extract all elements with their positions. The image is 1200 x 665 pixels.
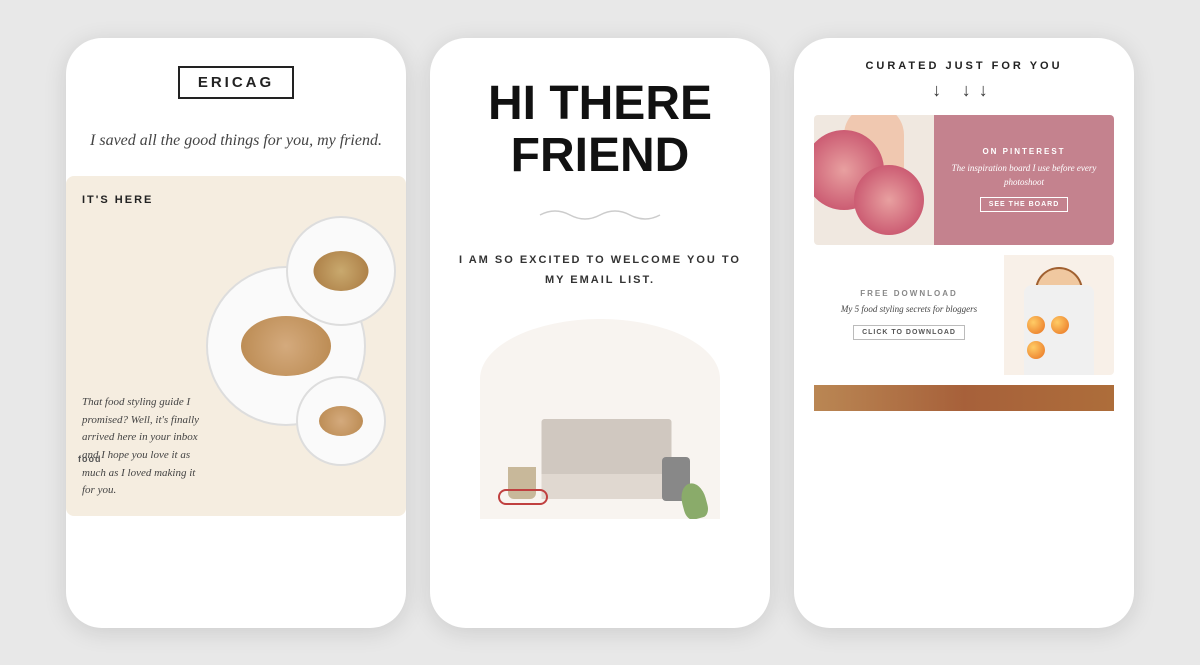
download-text-box: FREE DOWNLOAD My 5 food styling secrets … [814, 255, 1004, 375]
download-image [1004, 255, 1114, 375]
plate-small [286, 216, 396, 326]
phone-mockup-2: HI THERE FRIEND I AM SO EXCITED TO WELCO… [430, 38, 770, 628]
food-blob-xs [319, 406, 363, 436]
pinterest-card: ON PINTEREST The inspiration board I use… [814, 115, 1114, 245]
see-board-button[interactable]: SEE THE BOARD [980, 197, 1069, 212]
on-pinterest-label: ON PINTEREST [982, 147, 1065, 156]
orange-balls [1026, 315, 1081, 365]
pinterest-description: The inspiration board I use before every… [944, 162, 1104, 189]
phone3-content: CURATED JUST FOR YOU ↓ ↓↓ ON PINTEREST T… [794, 38, 1134, 411]
curated-title: CURATED JUST FOR YOU [865, 60, 1062, 72]
pomegranate-2 [854, 165, 924, 235]
laptop-shape [542, 419, 672, 499]
phone2-subtitle: I AM SO EXCITED TO WELCOME YOU TO MY EMA… [454, 251, 746, 291]
download-button[interactable]: CLICK TO DOWNLOAD [853, 325, 965, 340]
pinterest-image [814, 115, 934, 245]
orange-ball-2 [1051, 316, 1069, 334]
phone1-content: ERICAG I saved all the good things for y… [66, 38, 406, 176]
phone2-content: HI THERE FRIEND I AM SO EXCITED TO WELCO… [430, 38, 770, 559]
greeting-text: HI THERE FRIEND [488, 78, 712, 184]
food-illustration [186, 206, 406, 496]
phone1-image-section: IT'S HERE That food styling guide I prom… [66, 176, 406, 516]
food-blob-large [241, 316, 331, 376]
food-bottom-image [814, 385, 1114, 411]
phone-mockup-3: CURATED JUST FOR YOU ↓ ↓↓ ON PINTEREST T… [794, 38, 1134, 628]
phone1-tagline: I saved all the good things for you, my … [90, 127, 382, 154]
phone-mockup-1: ERICAG I saved all the good things for y… [66, 38, 406, 628]
food-bottom-bar [814, 385, 1114, 411]
orange-ball-3 [1027, 341, 1045, 359]
phone1-description: That food styling guide I promised? Well… [82, 394, 202, 500]
wavy-divider [540, 207, 660, 223]
pinterest-text-box: ON PINTEREST The inspiration board I use… [934, 115, 1114, 245]
free-download-label: FREE DOWNLOAD [860, 289, 958, 298]
phone2-image [480, 319, 720, 519]
arrows-row: ↓ ↓↓ [932, 80, 996, 101]
glasses [498, 489, 548, 505]
brand-logo: ERICAG [178, 66, 294, 99]
orange-ball-1 [1027, 316, 1045, 334]
download-card: FREE DOWNLOAD My 5 food styling secrets … [814, 255, 1114, 375]
food-blob-small [314, 251, 369, 291]
download-description: My 5 food styling secrets for bloggers [841, 303, 977, 317]
plate-xsmall [296, 376, 386, 466]
laptop-screen [542, 419, 672, 474]
it-here-label: IT'S HERE [82, 194, 153, 206]
food-tag: food [78, 454, 102, 464]
